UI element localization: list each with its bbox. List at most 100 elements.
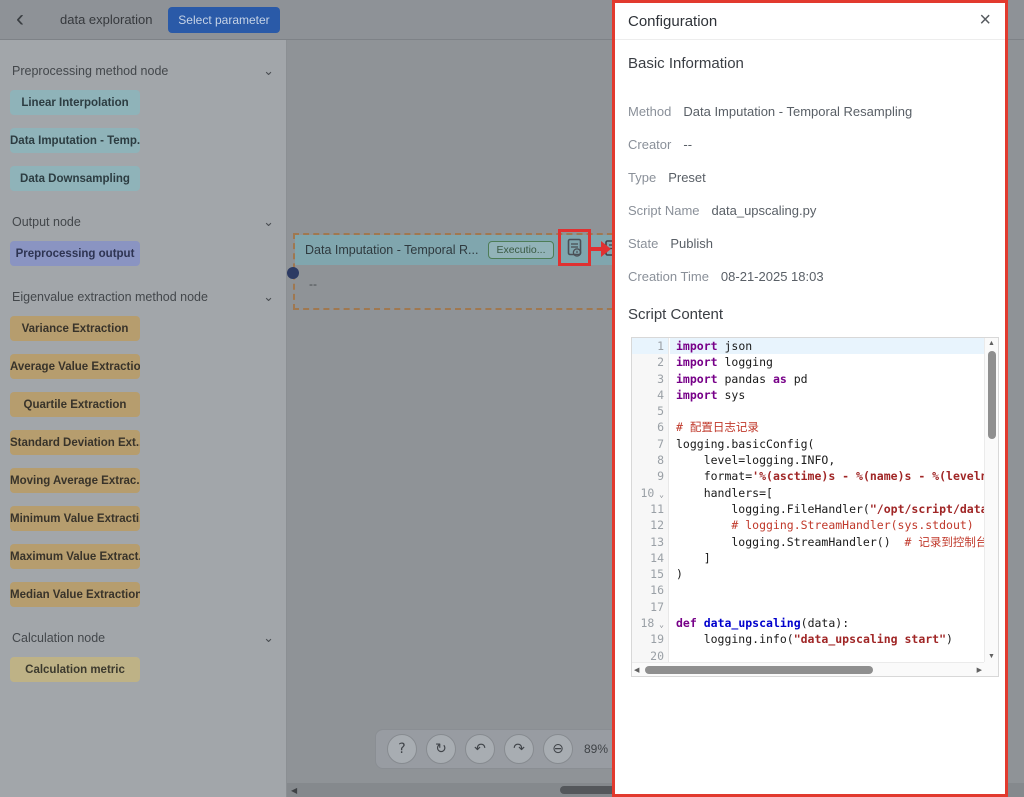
field-row-script-name: Script Namedata_upscaling.py xyxy=(628,194,988,227)
zoom-out-icon[interactable]: ⊖ xyxy=(543,734,573,764)
palette-item-average-value-extraction[interactable]: Average Value Extraction xyxy=(10,354,140,379)
palette-item-data-imputation-temp[interactable]: Data Imputation - Temp... xyxy=(10,128,140,153)
section-header[interactable]: Preprocessing method node⌄ xyxy=(10,62,276,80)
page-title: data exploration xyxy=(60,12,153,27)
sidebar-section-preprocessing-method-node: Preprocessing method node⌄ Linear Interpo… xyxy=(10,40,276,191)
section-label: Output node xyxy=(12,215,81,229)
code-line: import sys xyxy=(670,387,984,403)
node-body-placeholder: -- xyxy=(309,277,317,291)
code-line: level=logging.INFO, xyxy=(670,452,984,468)
line-number: 6 xyxy=(632,419,668,435)
fold-chevron-icon[interactable]: ⌄ xyxy=(654,490,664,499)
annotation-arrow-icon xyxy=(601,241,611,257)
palette-item-preprocessing-output[interactable]: Preprocessing output xyxy=(10,241,140,266)
node-palette-sidebar: Preprocessing method node⌄ Linear Interpo… xyxy=(0,40,287,797)
field-value: -- xyxy=(683,137,692,152)
code-line: ) xyxy=(670,566,984,582)
palette-item-calculation-metric[interactable]: Calculation metric xyxy=(10,657,140,682)
refresh-icon[interactable]: ↻ xyxy=(426,734,456,764)
field-row-method: MethodData Imputation - Temporal Resampl… xyxy=(628,95,988,128)
undo-icon[interactable]: ↶ xyxy=(465,734,495,764)
select-parameter-button[interactable]: Select parameter xyxy=(168,7,280,33)
chevron-down-icon[interactable]: ⌄ xyxy=(263,292,274,302)
node-header: Data Imputation - Temporal R... Executio… xyxy=(295,235,621,265)
code-line: handlers=[ xyxy=(670,485,984,501)
annotation-box-red xyxy=(558,229,591,266)
scroll-left-icon[interactable]: ◀ xyxy=(634,666,639,674)
code-line: # logging.StreamHandler(sys.stdout) # 记录… xyxy=(670,517,984,533)
field-row-state: State Publish xyxy=(628,227,988,260)
field-label: State xyxy=(628,236,658,251)
code-line xyxy=(670,599,984,615)
code-line xyxy=(670,403,984,419)
section-header[interactable]: Output node ⌄ xyxy=(10,213,276,231)
line-number: 14 xyxy=(632,550,668,566)
script-log-icon[interactable] xyxy=(567,238,582,258)
palette-item-linear-interpolation[interactable]: Linear Interpolation xyxy=(10,90,140,115)
field-label: Creator xyxy=(628,137,671,152)
section-header[interactable]: Eigenvalue extraction method node ⌄ xyxy=(10,288,276,306)
editor-vertical-scrollbar[interactable]: ▲ ▼ xyxy=(984,338,998,662)
palette-item-median-value-extraction[interactable]: Median Value Extraction xyxy=(10,582,140,607)
section-header[interactable]: Calculation node⌄ xyxy=(10,629,276,647)
chevron-down-icon[interactable]: ⌄ xyxy=(263,217,274,227)
palette-item-quartile-extraction[interactable]: Quartile Extraction xyxy=(10,392,140,417)
field-row-type: Type Preset xyxy=(628,161,988,194)
redo-icon[interactable]: ↷ xyxy=(504,734,534,764)
code-line: def data_upscaling(data): xyxy=(670,615,984,631)
flow-node-data-imputation[interactable]: Data Imputation - Temporal R... Executio… xyxy=(293,233,623,310)
basic-information-heading: Basic Information xyxy=(628,55,744,72)
line-number: 5 xyxy=(632,403,668,419)
field-value: 08-21-2025 18:03 xyxy=(721,269,824,284)
line-number: 9 xyxy=(632,468,668,484)
chevron-down-icon[interactable]: ⌄ xyxy=(263,66,274,76)
code-line: import pandas as pd xyxy=(670,371,984,387)
help-icon[interactable]: ? xyxy=(387,734,417,764)
back-icon[interactable]: ‹ xyxy=(16,5,24,33)
palette-item-moving-average-extrac[interactable]: Moving Average Extrac... xyxy=(10,468,140,493)
line-number: 16 xyxy=(632,582,668,598)
scroll-left-icon[interactable]: ◀ xyxy=(291,786,297,795)
code-line: # 配置日志记录 xyxy=(670,419,984,435)
chevron-down-icon[interactable]: ⌄ xyxy=(263,633,274,643)
node-input-port[interactable] xyxy=(287,267,299,279)
scroll-down-icon[interactable]: ▼ xyxy=(988,653,995,660)
line-number: 3 xyxy=(632,371,668,387)
field-label: Method xyxy=(628,104,671,119)
editor-vscroll-thumb[interactable] xyxy=(988,351,996,439)
palette-item-maximum-value-extract[interactable]: Maximum Value Extract... xyxy=(10,544,140,569)
fold-chevron-icon[interactable]: ⌄ xyxy=(654,620,664,629)
drawer-header: Configuration × xyxy=(615,3,1005,40)
field-label: Type xyxy=(628,170,656,185)
code-line: import logging xyxy=(670,354,984,370)
section-label: Eigenvalue extraction method node xyxy=(12,290,208,304)
palette-item-variance-extraction[interactable]: Variance Extraction xyxy=(10,316,140,341)
app-root: ‹ data exploration Select parameter Prep… xyxy=(0,0,1024,797)
node-title: Data Imputation - Temporal R... xyxy=(305,243,478,257)
node-status-badge: Executio... xyxy=(488,241,553,259)
line-number: 17 xyxy=(632,599,668,615)
editor-horizontal-scrollbar[interactable]: ◀ ▶ xyxy=(632,662,984,676)
palette-item-minimum-value-extracti[interactable]: Minimum Value Extracti... xyxy=(10,506,140,531)
field-label: Creation Time xyxy=(628,269,709,284)
code-line: ] xyxy=(670,550,984,566)
close-icon[interactable]: × xyxy=(979,9,991,32)
section-items: Linear Interpolation Data Imputation - Te… xyxy=(10,90,276,191)
editor-line-gutter: 12345678910 ⌄1112131415161718 ⌄1920 xyxy=(632,338,669,662)
scroll-up-icon[interactable]: ▲ xyxy=(988,340,995,347)
palette-item-standard-deviation-ext[interactable]: Standard Deviation Ext... xyxy=(10,430,140,455)
field-value: Preset xyxy=(668,170,706,185)
code-line xyxy=(670,648,984,662)
code-line: logging.StreamHandler() # 记录到控制台（stdout） xyxy=(670,534,984,550)
line-number: 8 xyxy=(632,452,668,468)
field-row-creator: Creator -- xyxy=(628,128,988,161)
palette-item-data-downsampling[interactable]: Data Downsampling xyxy=(10,166,140,191)
field-value: Publish xyxy=(670,236,713,251)
editor-code-pane[interactable]: import jsonimport loggingimport pandas a… xyxy=(670,338,984,662)
script-code-editor[interactable]: 12345678910 ⌄1112131415161718 ⌄1920 impo… xyxy=(631,337,999,677)
editor-hscroll-thumb[interactable] xyxy=(645,666,873,674)
code-line: format='%(asctime)s - %(name)s - %(level… xyxy=(670,468,984,484)
code-line: logging.info("data_upscaling start") xyxy=(670,631,984,647)
scroll-right-icon[interactable]: ▶ xyxy=(977,666,982,674)
section-items: Calculation metric xyxy=(10,657,276,682)
